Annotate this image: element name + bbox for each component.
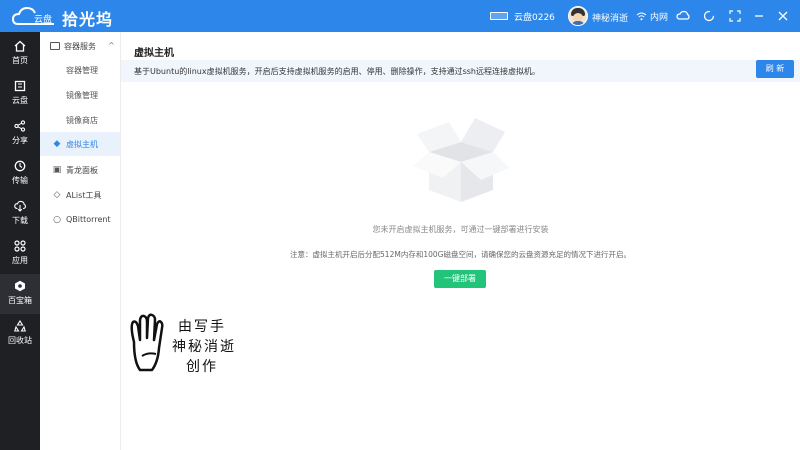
user-profile[interactable]: 神秘消逝 (568, 6, 632, 26)
page-description: 基于Ubuntu的linux虚拟机服务，开启后支持虚拟机服务的启用、停用、删除操… (134, 67, 541, 76)
network-status[interactable]: 内网 (636, 10, 672, 23)
avatar (568, 6, 588, 26)
subnav-item-container-management[interactable]: 容器管理 (66, 65, 98, 76)
chevron-up-icon: ^ (108, 41, 115, 50)
recycle-icon (14, 320, 26, 332)
minimize-icon[interactable] (752, 9, 766, 23)
user-name: 神秘消逝 (592, 14, 629, 24)
subnav-label: 虚拟主机 (66, 140, 98, 149)
title-bar: 云盘 拾光坞 云盘0226 神秘消逝 内网 (0, 0, 800, 32)
subnav-item-alist[interactable]: ◇ AList工具 (40, 183, 120, 207)
nav-label: 应用 (12, 256, 28, 265)
main-content: 虚拟主机 基于Ubuntu的linux虚拟机服务，开启后支持虚拟机服务的启用、停… (121, 32, 800, 450)
qbittorrent-icon: ○ (53, 215, 61, 225)
nav-item-transfer[interactable]: 传输 (0, 154, 40, 194)
subnav-item-qinglong-panel[interactable]: ▣ 青龙面板 (40, 158, 120, 182)
watermark-line-1: 由写手 (178, 319, 226, 335)
cloud-status-icon[interactable] (676, 9, 690, 23)
page-title: 虚拟主机 (134, 48, 174, 59)
nav-item-toolbox[interactable]: 百宝箱 (0, 274, 40, 314)
subnav-label: 青龙面板 (66, 166, 98, 175)
one-click-deploy-button[interactable]: 一键部署 (434, 270, 486, 288)
subnav-label: QBittorrent (66, 215, 111, 224)
group-label: 容器服务 (64, 42, 96, 51)
app-name: 拾光坞 (62, 10, 114, 29)
vm-icon: ◆ (53, 139, 61, 149)
deploy-note: 注意：虚拟主机开启后分配512M内存和100G磁盘空间，请确保您的云盘资源充足的… (290, 250, 631, 259)
device-selector[interactable]: 云盘0226 (490, 10, 560, 23)
close-icon[interactable] (776, 9, 790, 23)
nav-label: 百宝箱 (8, 296, 32, 305)
home-icon (14, 40, 26, 52)
nav-label: 云盘 (12, 96, 28, 105)
panel-icon: ▣ (52, 165, 62, 175)
refresh-button[interactable]: 刷 新 (756, 60, 794, 78)
main-nav: 首页 云盘 分享 传输 下载 应用 百宝箱 回收站 (0, 32, 40, 450)
nav-label: 分享 (12, 136, 28, 145)
subnav-item-image-store[interactable]: 镜像商店 (66, 115, 98, 126)
author-watermark: 由写手 神秘消逝 创作 (128, 312, 258, 376)
sync-icon[interactable] (702, 9, 716, 23)
toolbox-icon (15, 280, 25, 292)
transfer-icon (14, 160, 26, 172)
empty-state-message: 您未开启虚拟主机服务，可通过一键部署进行安装 (372, 225, 549, 234)
nav-label: 下载 (12, 216, 28, 225)
subnav-label: AList工具 (66, 191, 102, 200)
network-label: 内网 (650, 13, 669, 23)
nav-label: 首页 (12, 56, 28, 65)
download-icon (14, 200, 26, 212)
wifi-icon (636, 12, 647, 21)
container-service-group[interactable]: 容器服务 ^ (50, 40, 116, 54)
nav-item-apps[interactable]: 应用 (0, 234, 40, 274)
watermark-line-3: 创作 (186, 359, 218, 375)
watermark-line-2: 神秘消逝 (172, 339, 236, 355)
cloud-disk-icon (14, 80, 26, 92)
subnav-item-virtual-host[interactable]: ◆ 虚拟主机 (40, 132, 120, 156)
nav-item-home[interactable]: 首页 (0, 34, 40, 74)
nav-item-cloud-disk[interactable]: 云盘 (0, 74, 40, 114)
description-bar: 基于Ubuntu的linux虚拟机服务，开启后支持虚拟机服务的启用、停用、删除操… (121, 60, 800, 82)
nav-label: 回收站 (8, 336, 32, 345)
alist-icon: ◇ (53, 190, 61, 200)
folder-icon (50, 42, 60, 50)
nav-item-share[interactable]: 分享 (0, 114, 40, 154)
fullscreen-icon[interactable] (728, 9, 742, 23)
nav-label: 传输 (12, 176, 28, 185)
device-icon (490, 12, 508, 20)
nav-item-recycle-bin[interactable]: 回收站 (0, 314, 40, 354)
subnav-item-image-management[interactable]: 镜像管理 (66, 90, 98, 101)
share-icon (14, 120, 26, 132)
app-logo: 云盘 拾光坞 (12, 4, 122, 29)
apps-icon (14, 240, 26, 252)
device-label: 云盘0226 (514, 13, 555, 23)
subnav-item-qbittorrent[interactable]: ○ QBittorrent (40, 208, 120, 232)
logo-text: 云盘 (34, 15, 53, 25)
hand-four-fingers-icon (130, 313, 164, 372)
sub-nav: 容器服务 ^ 容器管理 镜像管理 镜像商店 ◆ 虚拟主机 ▣ 青龙面板 ◇ AL… (40, 32, 121, 450)
empty-box-illustration (413, 118, 509, 202)
nav-item-download[interactable]: 下载 (0, 194, 40, 234)
